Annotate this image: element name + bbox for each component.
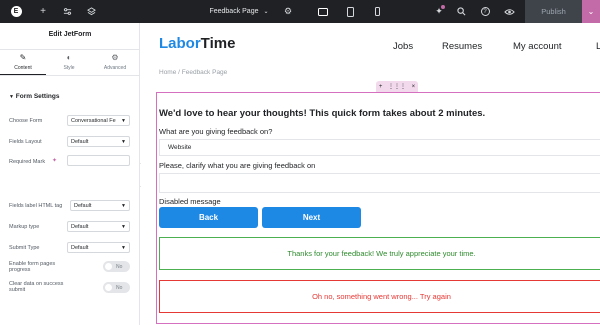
error-message: Oh no, something went wrong... Try again xyxy=(159,280,600,313)
choose-form-select[interactable]: Conversational Fe ▼ xyxy=(67,115,130,126)
divider xyxy=(0,75,140,76)
caret-down-icon: ▼ xyxy=(121,203,126,209)
add-section-icon[interactable]: + xyxy=(379,84,383,90)
drag-handle-icon[interactable]: ⋮⋮⋮ xyxy=(388,83,406,90)
form-title: We'd love to hear your thoughts! This qu… xyxy=(159,108,486,119)
publish-button[interactable]: Publish xyxy=(525,0,582,23)
tablet-icon[interactable] xyxy=(341,0,359,23)
feedback-topic-label: What are you giving feedback on? xyxy=(159,127,273,136)
clarify-feedback-input[interactable] xyxy=(159,173,600,193)
gear-icon: ⚙ xyxy=(111,53,119,62)
publish-options-button[interactable]: ⌄ xyxy=(582,0,600,23)
section-form-settings[interactable]: ▼ Form Settings xyxy=(9,93,59,100)
gear-icon[interactable]: ⚙ xyxy=(281,0,295,23)
nav-my-account[interactable]: My account xyxy=(513,41,562,52)
breadcrumb: Home / Feedback Page xyxy=(159,69,228,76)
tab-content[interactable]: ✎ Content xyxy=(0,51,46,75)
chevron-down-icon: ⌄ xyxy=(263,9,269,15)
layers-icon[interactable] xyxy=(84,0,98,23)
page-title: Feedback Page xyxy=(209,8,259,15)
sliders-icon[interactable] xyxy=(60,0,74,23)
required-mark-input[interactable] xyxy=(67,155,130,166)
back-button[interactable]: Back xyxy=(159,207,258,228)
feedback-topic-select[interactable]: Website xyxy=(159,139,600,156)
mobile-icon[interactable] xyxy=(368,0,386,23)
half-circle-icon: ◐ xyxy=(66,53,72,62)
submit-type-select[interactable]: Default ▼ xyxy=(67,242,130,253)
close-icon[interactable]: × xyxy=(412,84,416,90)
divider xyxy=(0,49,140,50)
dynamic-tags-icon[interactable]: ✦ xyxy=(52,157,57,164)
fields-label-tag-select[interactable]: Default ▼ xyxy=(70,200,130,211)
section-controls: + ⋮⋮⋮ × xyxy=(376,81,418,92)
eye-icon[interactable] xyxy=(502,0,516,23)
search-icon[interactable] xyxy=(454,0,468,23)
notifications-icon[interactable]: ✦ xyxy=(432,0,446,23)
disabled-message: Disabled message xyxy=(159,197,221,206)
markup-type-select[interactable]: Default ▼ xyxy=(67,221,130,232)
site-logo[interactable]: LaborTime xyxy=(159,35,235,52)
caret-down-icon: ▼ xyxy=(121,118,126,124)
page-title-selector[interactable]: Feedback Page ⌄ xyxy=(208,0,270,23)
chevron-down-icon: ⌄ xyxy=(587,7,595,16)
elementor-logo-icon[interactable]: E xyxy=(9,0,23,23)
help-icon[interactable]: ? xyxy=(478,0,492,23)
editor-panel: Edit JetForm ✎ Content ◐ Style ⚙ Advance… xyxy=(0,23,140,325)
caret-down-icon: ▼ xyxy=(121,139,126,145)
caret-down-icon: ▼ xyxy=(121,224,126,230)
pencil-icon: ✎ xyxy=(19,53,27,62)
enable-progress-toggle[interactable]: No xyxy=(103,261,130,272)
clarify-feedback-label: Please, clarify what you are giving feed… xyxy=(159,161,316,170)
tab-advanced[interactable]: ⚙ Advanced xyxy=(92,51,138,75)
caret-down-icon: ▼ xyxy=(9,94,14,100)
caret-down-icon: ▼ xyxy=(121,245,126,251)
panel-title: Edit JetForm xyxy=(48,31,92,38)
next-button[interactable]: Next xyxy=(262,207,361,228)
desktop-icon[interactable] xyxy=(314,0,332,23)
fields-layout-select[interactable]: Default ▼ xyxy=(67,136,130,147)
nav-resumes[interactable]: Resumes xyxy=(442,41,482,52)
success-message: Thanks for your feedback! We truly appre… xyxy=(159,237,600,270)
plus-icon[interactable]: + xyxy=(36,0,50,23)
nav-jobs[interactable]: Jobs xyxy=(393,41,413,52)
clear-data-toggle[interactable]: No xyxy=(103,282,130,293)
nav-login[interactable]: L xyxy=(596,41,600,52)
tab-style[interactable]: ◐ Style xyxy=(46,51,92,75)
preview-canvas: LaborTime Jobs Resumes My account L Home… xyxy=(141,23,600,325)
editor-topbar: E + Feedback Page ⌄ ⚙ ✦ ? xyxy=(0,0,600,23)
